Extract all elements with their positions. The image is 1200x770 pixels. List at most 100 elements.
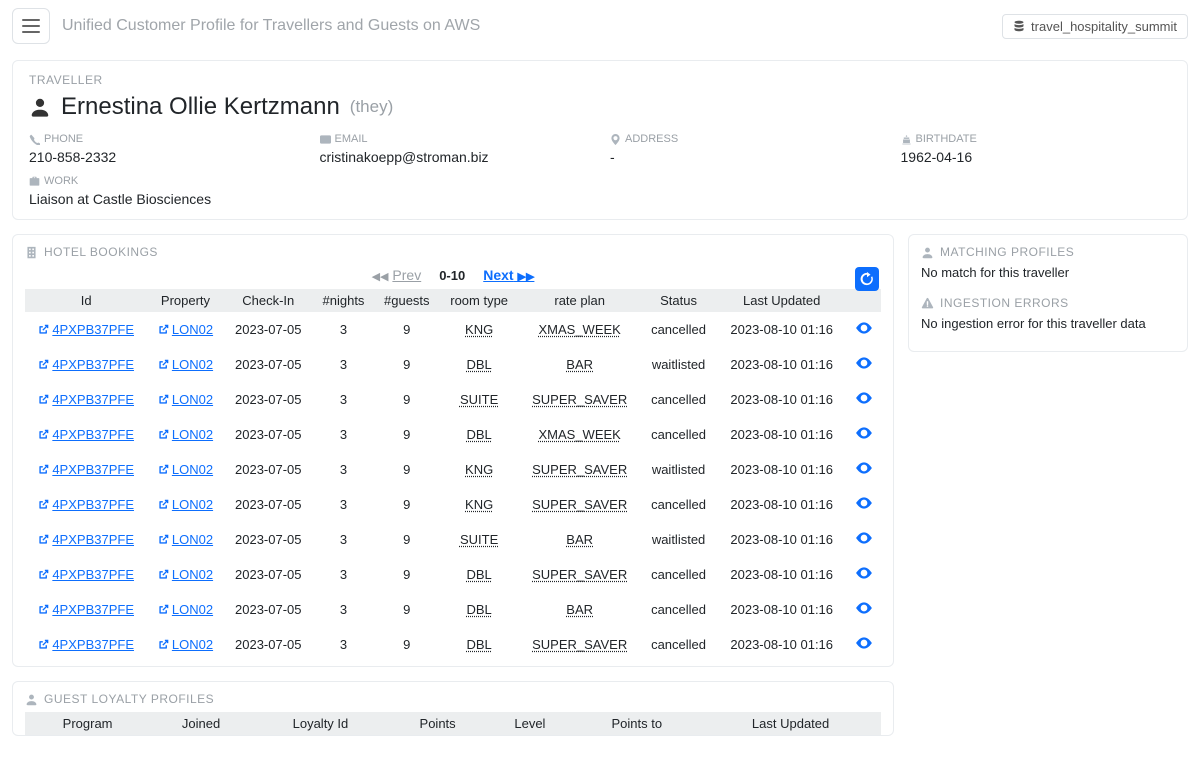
pager-range: 0-10	[439, 268, 465, 283]
eye-icon	[855, 634, 873, 652]
pin-icon	[610, 134, 621, 145]
external-link-icon	[38, 464, 49, 475]
menu-toggle-button[interactable]	[12, 8, 50, 44]
property-link[interactable]: LON02	[147, 592, 223, 627]
checkin-cell: 2023-07-05	[224, 347, 313, 382]
booking-id-link[interactable]: 4PXPB37PFE	[25, 382, 147, 417]
table-row: 4PXPB37PFELON022023-07-0539KNGXMAS_WEEKc…	[25, 312, 881, 347]
loyalty-col-header: Joined	[150, 712, 252, 735]
property-link[interactable]: LON02	[147, 382, 223, 417]
booking-id-link[interactable]: 4PXPB37PFE	[25, 487, 147, 522]
nights-cell: 3	[313, 487, 374, 522]
external-link-icon	[158, 394, 169, 405]
building-icon	[25, 246, 38, 259]
status-cell: cancelled	[641, 627, 717, 662]
status-cell: waitlisted	[641, 522, 717, 557]
room-type-cell: DBL	[439, 627, 518, 662]
view-button[interactable]	[855, 389, 873, 407]
property-link[interactable]: LON02	[147, 312, 223, 347]
property-link[interactable]: LON02	[147, 557, 223, 592]
table-row: 4PXPB37PFELON022023-07-0539DBLBARwaitlis…	[25, 347, 881, 382]
loyalty-col-header: Program	[25, 712, 150, 735]
guests-cell: 9	[374, 487, 439, 522]
view-button[interactable]	[855, 319, 873, 337]
rate-plan-cell: XMAS_WEEK	[519, 312, 641, 347]
field-work: WORK Liaison at Castle Biosciences	[29, 175, 590, 207]
guests-cell: 9	[374, 592, 439, 627]
view-button[interactable]	[855, 564, 873, 582]
address-value: -	[610, 149, 881, 165]
view-button[interactable]	[855, 459, 873, 477]
status-cell: cancelled	[641, 417, 717, 452]
property-link[interactable]: LON02	[147, 452, 223, 487]
external-link-icon	[38, 569, 49, 580]
view-button[interactable]	[855, 354, 873, 372]
matching-body: No match for this traveller	[921, 265, 1175, 280]
table-row: 4PXPB37PFELON022023-07-0539KNGSUPER_SAVE…	[25, 452, 881, 487]
booking-id-link[interactable]: 4PXPB37PFE	[25, 627, 147, 662]
loyalty-col-header: Points to	[573, 712, 700, 735]
checkin-cell: 2023-07-05	[224, 382, 313, 417]
booking-id-link[interactable]: 4PXPB37PFE	[25, 592, 147, 627]
property-link[interactable]: LON02	[147, 627, 223, 662]
field-phone: PHONE 210-858-2332	[29, 133, 300, 165]
booking-id-link[interactable]: 4PXPB37PFE	[25, 522, 147, 557]
updated-cell: 2023-08-10 01:16	[717, 592, 847, 627]
booking-id-link[interactable]: 4PXPB37PFE	[25, 312, 147, 347]
view-button[interactable]	[855, 599, 873, 617]
table-row: 4PXPB37PFELON022023-07-0539DBLSUPER_SAVE…	[25, 557, 881, 592]
property-link[interactable]: LON02	[147, 522, 223, 557]
traveller-name-text: Ernestina Ollie Kertzmann	[61, 93, 340, 121]
view-button[interactable]	[855, 494, 873, 512]
updated-cell: 2023-08-10 01:16	[717, 312, 847, 347]
pager-next[interactable]: Next ▶▶	[483, 267, 534, 283]
external-link-icon	[38, 394, 49, 405]
rate-plan-cell: BAR	[519, 347, 641, 382]
view-button[interactable]	[855, 529, 873, 547]
loyalty-section-label: GUEST LOYALTY PROFILES	[25, 692, 881, 706]
loyalty-table: ProgramJoinedLoyalty IdPointsLevelPoints…	[25, 712, 881, 735]
ingestion-body: No ingestion error for this traveller da…	[921, 316, 1175, 331]
property-link[interactable]: LON02	[147, 417, 223, 452]
updated-cell: 2023-08-10 01:16	[717, 452, 847, 487]
loyalty-col-header: Level	[486, 712, 573, 735]
ingestion-errors-section: INGESTION ERRORS No ingestion error for …	[921, 296, 1175, 331]
status-cell: waitlisted	[641, 347, 717, 382]
booking-id-link[interactable]: 4PXPB37PFE	[25, 417, 147, 452]
view-button[interactable]	[855, 424, 873, 442]
table-row: 4PXPB37PFELON022023-07-0539DBLSUPER_SAVE…	[25, 627, 881, 662]
checkin-cell: 2023-07-05	[224, 452, 313, 487]
eye-icon	[855, 494, 873, 512]
external-link-icon	[38, 429, 49, 440]
external-link-icon	[158, 464, 169, 475]
booking-id-link[interactable]: 4PXPB37PFE	[25, 347, 147, 382]
status-cell: cancelled	[641, 557, 717, 592]
pager-prev: ◀◀ Prev	[372, 267, 422, 283]
updated-cell: 2023-08-10 01:16	[717, 557, 847, 592]
external-link-icon	[38, 499, 49, 510]
nights-cell: 3	[313, 347, 374, 382]
rate-plan-cell: SUPER_SAVER	[519, 557, 641, 592]
external-link-icon	[158, 604, 169, 615]
table-row: 4PXPB37PFELON022023-07-0539DBLBARcancell…	[25, 592, 881, 627]
checkin-cell: 2023-07-05	[224, 312, 313, 347]
property-link[interactable]: LON02	[147, 487, 223, 522]
external-link-icon	[38, 324, 49, 335]
table-row: 4PXPB37PFELON022023-07-0539SUITESUPER_SA…	[25, 382, 881, 417]
person-icon	[29, 96, 51, 118]
person-icon	[921, 246, 934, 259]
status-cell: cancelled	[641, 312, 717, 347]
eye-icon	[855, 354, 873, 372]
property-link[interactable]: LON02	[147, 347, 223, 382]
work-value: Liaison at Castle Biosciences	[29, 191, 590, 207]
booking-id-link[interactable]: 4PXPB37PFE	[25, 557, 147, 592]
table-row: 4PXPB37PFELON022023-07-0539DBLXMAS_WEEKc…	[25, 417, 881, 452]
booking-id-link[interactable]: 4PXPB37PFE	[25, 452, 147, 487]
bookings-col-header: Last Updated	[717, 289, 847, 312]
eye-icon	[855, 564, 873, 582]
refresh-button[interactable]	[855, 267, 879, 291]
domain-badge[interactable]: travel_hospitality_summit	[1002, 14, 1188, 39]
nights-cell: 3	[313, 382, 374, 417]
view-button[interactable]	[855, 634, 873, 652]
room-type-cell: KNG	[439, 452, 518, 487]
